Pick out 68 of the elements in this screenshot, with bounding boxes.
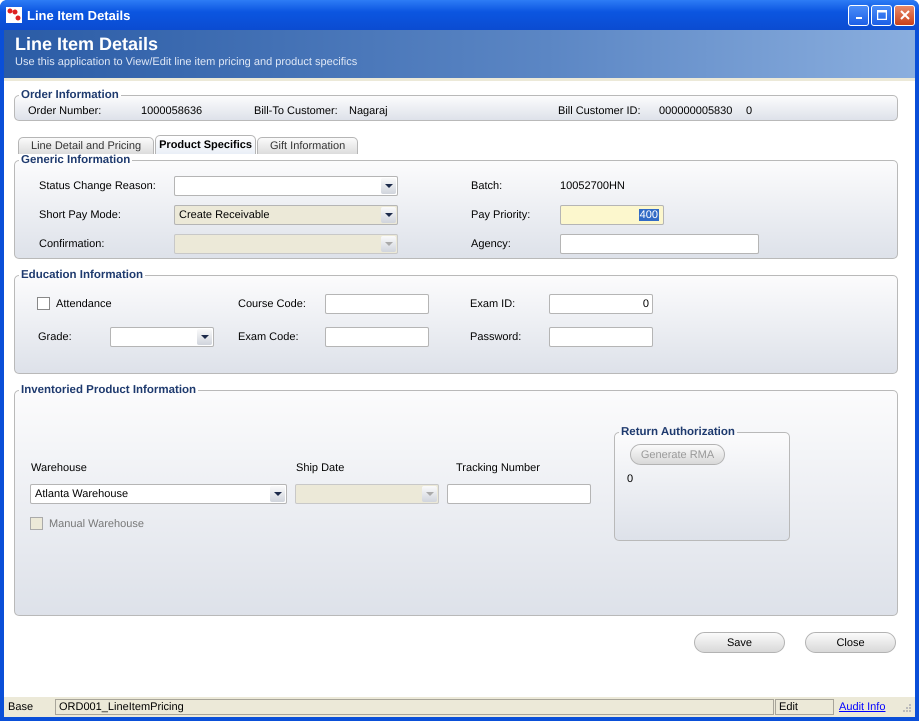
caret-icon: [384, 212, 392, 216]
resize-grip-icon: [901, 702, 911, 712]
group-title: Generic Information: [20, 154, 132, 166]
tab[interactable]: Gift Information: [257, 137, 358, 154]
close-icon: [900, 10, 910, 20]
field-label: Agency:: [471, 238, 512, 250]
dropdown[interactable]: [174, 176, 398, 196]
caret-icon: [200, 334, 208, 338]
field-label: Order Number:: [28, 105, 102, 117]
field-label: Password:: [470, 330, 522, 342]
input-field[interactable]: 0: [549, 294, 653, 314]
audit-info-link[interactable]: Audit Info: [839, 701, 886, 713]
field-label: Exam ID:: [470, 298, 516, 310]
caret-icon: [274, 492, 282, 496]
input-field[interactable]: [560, 234, 759, 254]
dropdown[interactable]: Atlanta Warehouse: [30, 484, 287, 504]
action-button[interactable]: Save: [694, 632, 785, 653]
field-label: Status Change Reason:: [39, 180, 157, 192]
tab[interactable]: Line Detail and Pricing: [18, 137, 154, 154]
window-title: Line Item Details: [27, 8, 132, 22]
group-title: Order Information: [20, 89, 120, 101]
field-label: Pay Priority:: [471, 208, 532, 220]
field-value: 000000005830: [659, 105, 734, 117]
page-subtitle: Use this application to View/Edit line item pricing and product specifics: [15, 56, 358, 68]
input-field[interactable]: [549, 326, 653, 346]
close-button[interactable]: [894, 4, 915, 26]
field-label: Ship Date: [295, 462, 346, 474]
status-text: ORD001_LineItemPricing: [55, 699, 774, 715]
field-label: Grade:: [37, 330, 73, 342]
dropdown[interactable]: Create Receivable: [174, 204, 398, 224]
checkbox[interactable]: [37, 297, 50, 310]
status-text: Base: [8, 701, 34, 713]
input-field[interactable]: [325, 294, 429, 314]
caret-icon: [384, 242, 392, 246]
field-label: Tracking Number: [455, 462, 541, 474]
field-label: Warehouse: [30, 462, 88, 474]
action-button[interactable]: Close: [805, 632, 896, 653]
dropdown[interactable]: [110, 326, 214, 346]
field-label: Batch:: [471, 180, 504, 192]
page-title: Line Item Details: [15, 34, 160, 55]
field-label: Short Pay Mode:: [39, 208, 122, 220]
input-field[interactable]: 400: [560, 204, 664, 224]
field-label: Bill Customer ID:: [558, 105, 642, 117]
field-value: 10052700HN: [560, 180, 625, 192]
field-label: Bill-To Customer:: [254, 105, 339, 117]
field-label: Course Code:: [238, 298, 307, 310]
input-field[interactable]: [325, 326, 429, 346]
group-title: Education Information: [20, 269, 144, 281]
caret-icon: [426, 492, 434, 496]
minimize-icon: [856, 17, 862, 19]
field-label: Exam Code:: [238, 330, 300, 342]
tab[interactable]: Product Specifics: [155, 135, 256, 154]
maximize-button[interactable]: [871, 4, 892, 26]
checkbox-label: Manual Warehouse: [49, 518, 144, 530]
field-value: Nagaraj: [349, 105, 389, 117]
group-title: Return Authorization: [620, 426, 736, 438]
field-value: 0: [627, 473, 634, 485]
status-text: Edit: [775, 699, 834, 715]
group-title: Inventoried Product Information: [20, 384, 198, 396]
maximize-icon: [876, 10, 886, 20]
field-label: Confirmation:: [39, 238, 106, 250]
input-field[interactable]: [447, 484, 591, 504]
caret-icon: [384, 184, 392, 188]
field-value: 1000058636: [141, 105, 204, 117]
minimize-button[interactable]: [848, 4, 869, 26]
app-icon: [6, 7, 22, 23]
field-value: 0: [746, 105, 752, 117]
checkbox-label: Attendance: [56, 298, 112, 310]
